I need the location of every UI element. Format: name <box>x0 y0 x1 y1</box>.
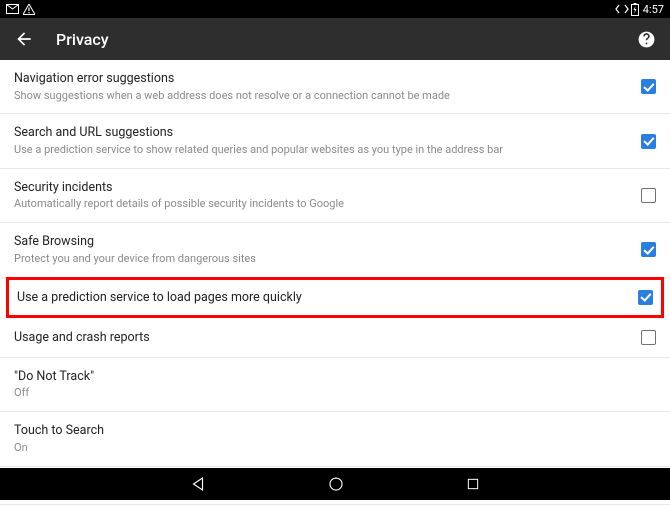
setting-text: Navigation error suggestions Show suggest… <box>14 71 631 102</box>
setting-title: Safe Browsing <box>14 234 631 250</box>
setting-title: Navigation error suggestions <box>14 71 631 87</box>
status-battery-icon <box>631 3 639 16</box>
checkbox-nav-error[interactable] <box>641 79 656 94</box>
setting-item-prediction[interactable]: Use a prediction service to load pages m… <box>9 280 661 316</box>
setting-text: Security incidentsAutomatically report d… <box>14 180 631 211</box>
nav-recent-button[interactable] <box>465 476 481 492</box>
setting-desc: Off <box>14 386 656 400</box>
help-button[interactable] <box>637 30 656 49</box>
checkbox-safe-browsing[interactable] <box>641 242 656 257</box>
setting-desc: Automatically report details of possible… <box>14 197 631 211</box>
setting-title: "Do Not Track" <box>14 369 656 385</box>
app-header: Privacy <box>0 18 670 60</box>
triangle-back-icon <box>189 475 207 493</box>
setting-desc: Protect you and your device from dangero… <box>14 252 631 266</box>
setting-item-search-url[interactable]: Search and URL suggestions Use a predicti… <box>0 114 670 168</box>
setting-item-usage-crash[interactable]: Usage and crash reports <box>0 319 670 358</box>
setting-desc: On <box>14 441 656 455</box>
setting-title: Usage and crash reports <box>14 330 631 346</box>
setting-desc: Show suggestions when a web address does… <box>14 89 631 103</box>
setting-title: Security incidents <box>14 180 631 196</box>
help-icon <box>637 30 656 49</box>
square-recent-icon <box>465 476 481 492</box>
setting-item-nav-error[interactable]: Navigation error suggestions Show suggest… <box>0 60 670 114</box>
status-warning-icon <box>23 4 35 15</box>
checkbox-search-url[interactable] <box>641 134 656 149</box>
setting-item-safe-browsing[interactable]: Safe Browsing Protect you and your device… <box>0 223 670 277</box>
setting-text: Safe Browsing Protect you and your device… <box>14 234 631 265</box>
setting-text: Touch to Search On <box>14 423 656 454</box>
status-code-icon <box>615 4 629 14</box>
setting-desc: Use a prediction service to show related… <box>14 143 631 157</box>
circle-home-icon <box>327 475 345 493</box>
status-mail-icon <box>6 4 19 14</box>
setting-text: "Do Not Track"Off <box>14 369 656 400</box>
arrow-back-icon <box>14 29 34 49</box>
nav-back-button[interactable] <box>189 475 207 493</box>
checkbox-sec-incidents[interactable] <box>641 188 656 203</box>
setting-text: Use a prediction service to load pages m… <box>17 290 628 306</box>
status-bar: 4:57 <box>0 0 670 18</box>
setting-item-sec-incidents[interactable]: Security incidentsAutomatically report d… <box>0 169 670 223</box>
checkbox-usage-crash[interactable] <box>641 330 656 345</box>
checkbox-prediction[interactable] <box>638 290 653 305</box>
back-button[interactable] <box>14 29 34 49</box>
setting-title: Touch to Search <box>14 423 656 439</box>
setting-text: Usage and crash reports <box>14 330 631 346</box>
navigation-bar <box>0 468 670 500</box>
setting-text: Search and URL suggestions Use a predicti… <box>14 125 631 156</box>
setting-title: Search and URL suggestions <box>14 125 631 141</box>
status-time: 4:57 <box>643 3 664 16</box>
setting-title: Use a prediction service to load pages m… <box>17 290 628 306</box>
nav-home-button[interactable] <box>327 475 345 493</box>
highlight-box: Use a prediction service to load pages m… <box>6 277 664 319</box>
setting-item-dnt[interactable]: "Do Not Track"Off <box>0 358 670 412</box>
setting-item-touch-search[interactable]: Touch to Search On <box>0 412 670 466</box>
settings-list: Navigation error suggestions Show suggest… <box>0 60 670 505</box>
page-title: Privacy <box>56 30 637 49</box>
